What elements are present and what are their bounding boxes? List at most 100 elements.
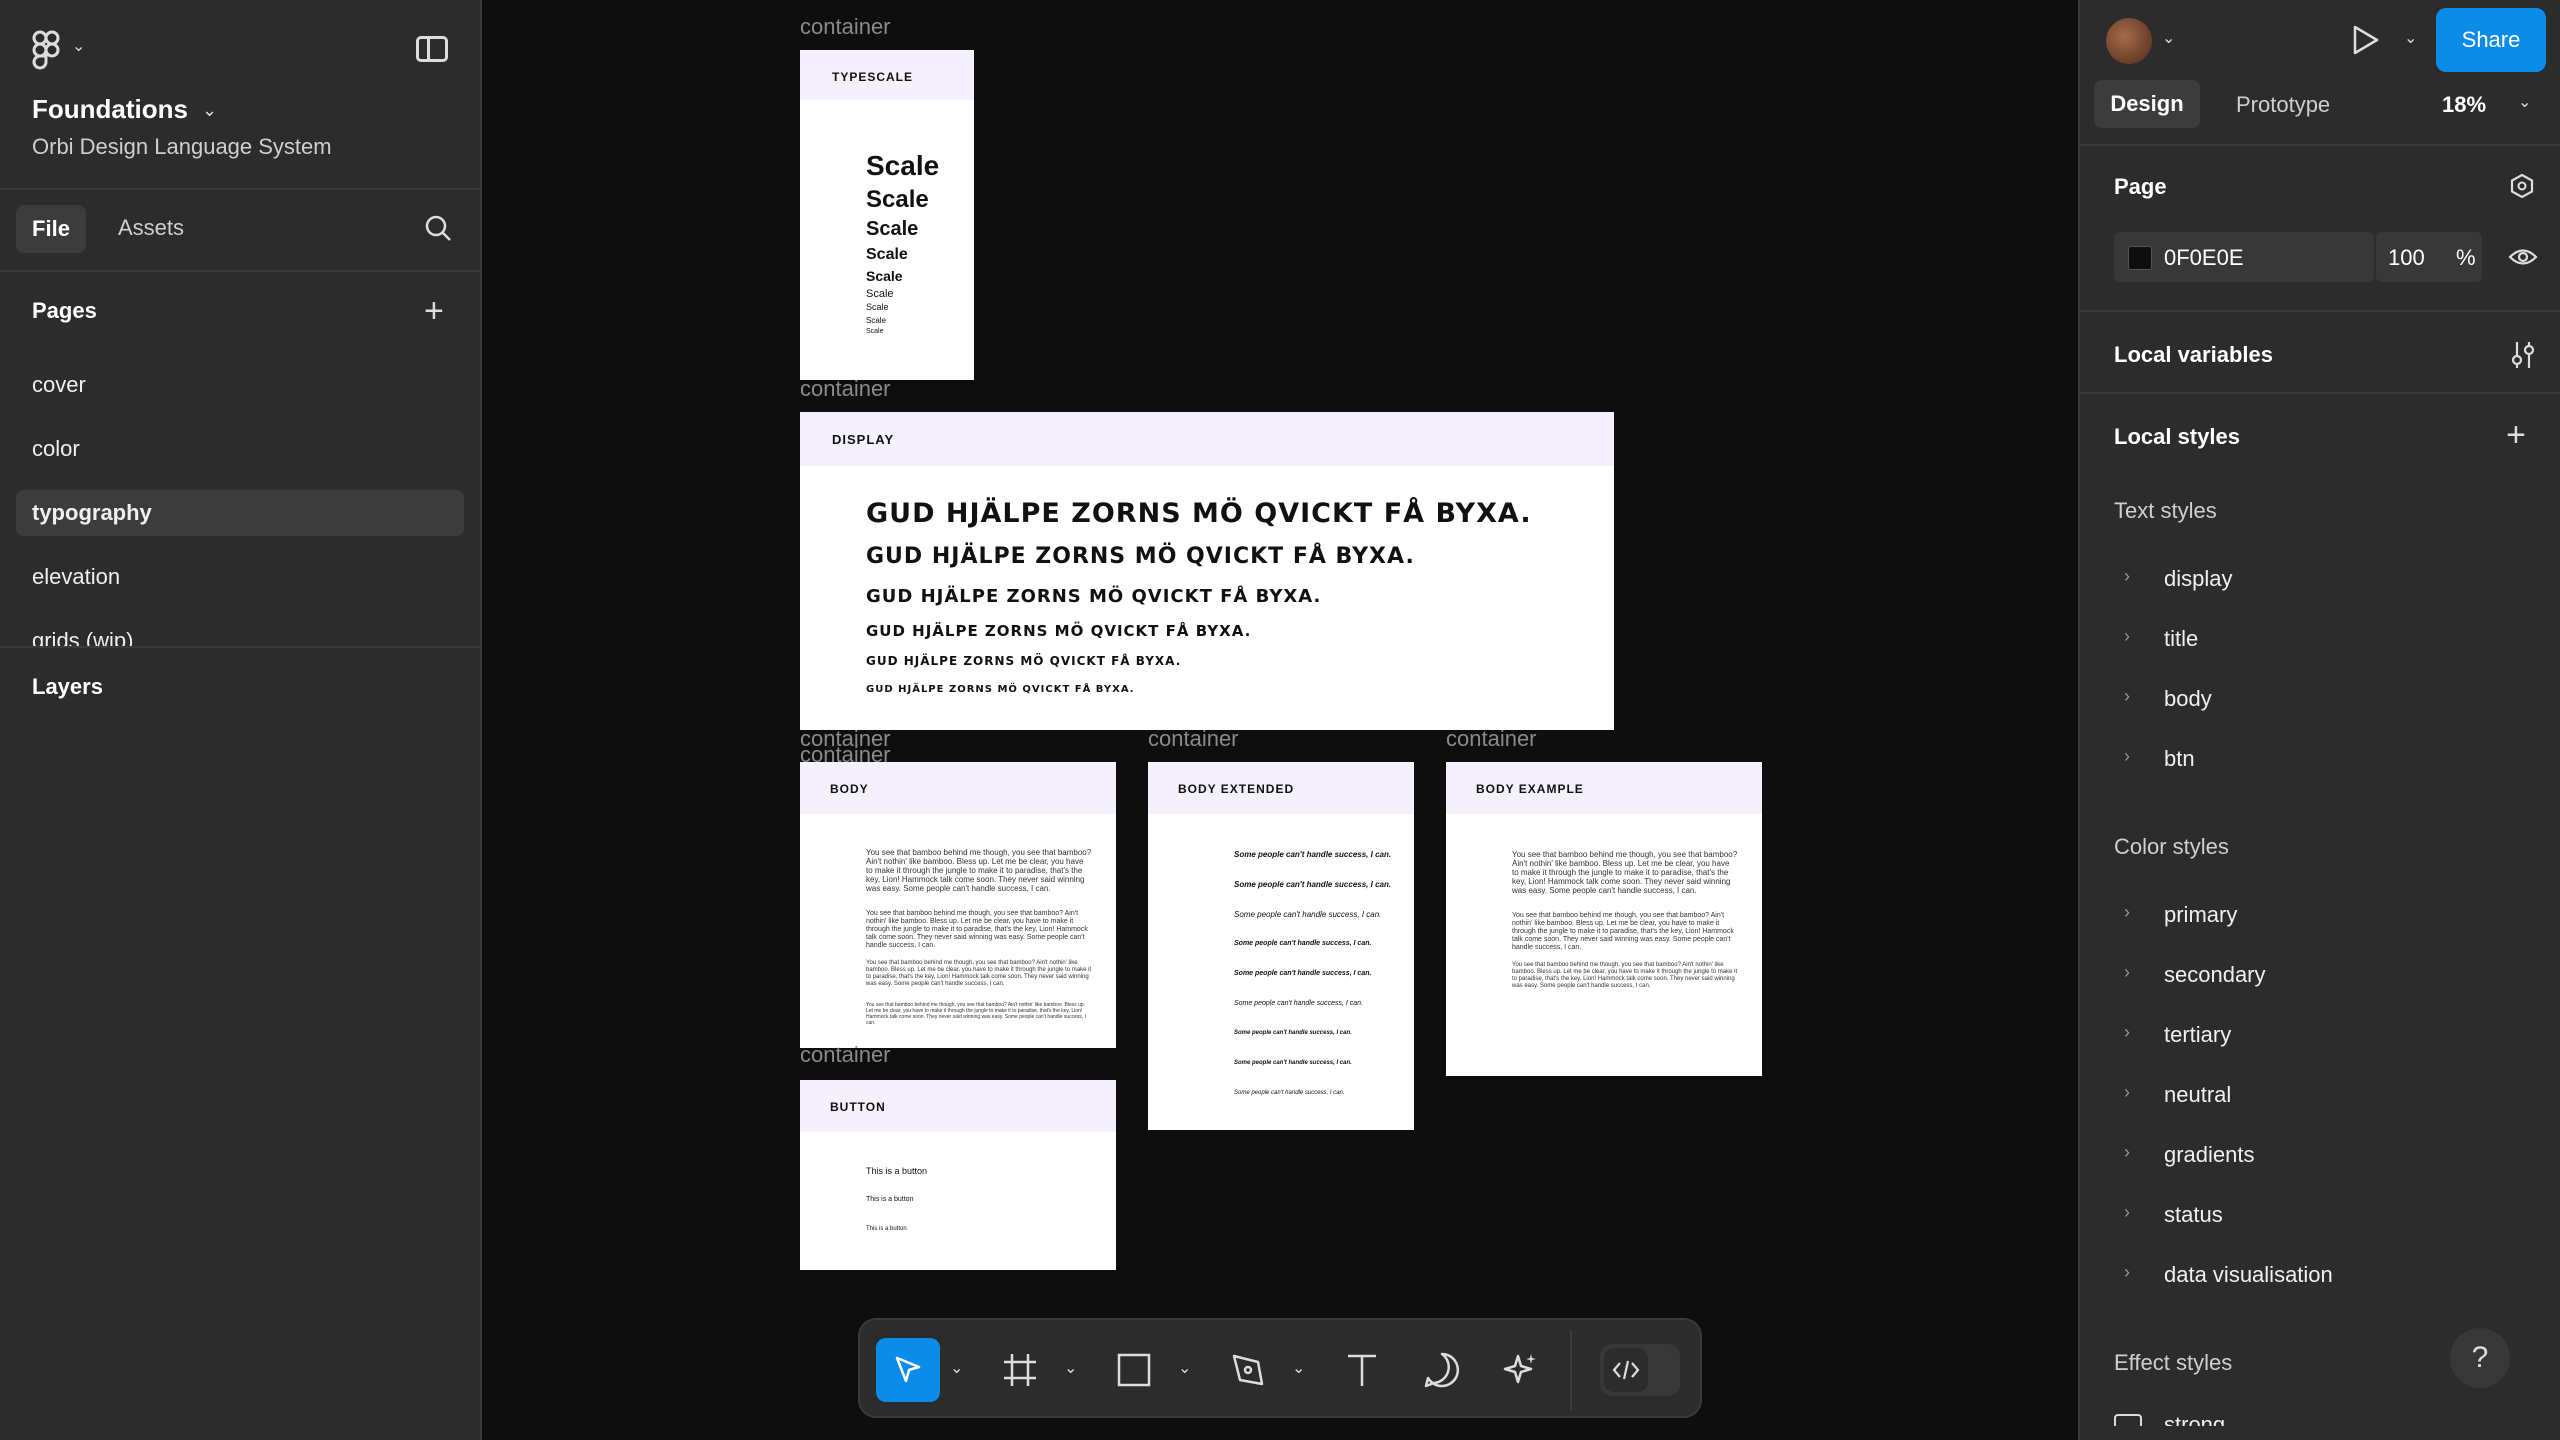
local-styles-heading: Local styles [2114,424,2240,449]
body-extended-sample: Some people can't handle success, I can. [1234,1000,1363,1007]
page-opacity-field[interactable]: 100 % [2376,232,2482,282]
chevron-right-icon[interactable]: › [2124,746,2130,767]
left-sidebar: ⌄ Foundations ⌄ Orbi Design Language Sys… [0,0,482,1440]
style-label: primary [2164,902,2238,927]
chevron-right-icon[interactable]: › [2124,566,2130,587]
frame-label[interactable]: container [1148,726,1239,752]
text-style-display[interactable]: › display [2114,560,2534,600]
color-style-tertiary[interactable]: › tertiary [2114,1016,2534,1056]
color-style-status[interactable]: › status [2114,1196,2534,1236]
text-tool-icon[interactable] [1342,1350,1382,1390]
project-name[interactable]: Orbi Design Language System [32,134,332,160]
page-item-grids[interactable]: grids (wip) [16,618,464,646]
tab-file[interactable]: File [16,205,86,253]
ai-sparkle-icon[interactable] [1500,1350,1540,1390]
opacity-value[interactable]: 100 [2388,245,2425,271]
present-play-icon[interactable] [2350,24,2380,56]
divider [0,270,480,272]
chevron-right-icon[interactable]: › [2124,1082,2130,1103]
frame-label[interactable]: container [800,1042,891,1068]
frame-label[interactable]: container [800,376,891,402]
body-paragraph: You see that bamboo behind me though, yo… [866,960,1092,987]
avatar-chevron-icon[interactable]: ⌄ [2162,28,2175,48]
move-tool-button[interactable] [876,1338,940,1402]
dev-mode-toggle[interactable] [1600,1344,1680,1396]
share-button[interactable]: Share [2436,8,2546,72]
shape-tool-chevron-icon[interactable]: ⌄ [1178,1358,1191,1378]
frame-tool-chevron-icon[interactable]: ⌄ [1064,1358,1077,1378]
chevron-right-icon[interactable]: › [2124,1022,2130,1043]
body-example-paragraph: You see that bamboo behind me though, yo… [1512,850,1738,895]
body-paragraph: You see that bamboo behind me though, yo… [866,1002,1087,1026]
frame-tool-icon[interactable] [1000,1350,1040,1390]
tab-assets[interactable]: Assets [118,215,184,241]
frame-display[interactable]: DISPLAY GUD HJÄLPE ZORNS MÖ QVICKT FÅ BY… [800,412,1614,730]
sidebar-toggle-icon[interactable] [416,36,448,62]
toolbar-divider [1570,1330,1572,1410]
present-chevron-icon[interactable]: ⌄ [2404,28,2417,48]
local-variables-heading[interactable]: Local variables [2114,342,2273,368]
frame-label[interactable]: container [800,14,891,40]
chevron-right-icon[interactable]: › [2124,962,2130,983]
frame-body-example[interactable]: BODY EXAMPLE You see that bamboo behind … [1446,762,1762,1076]
scale-sample: Scale [866,150,940,181]
divider [2080,392,2560,394]
frame-body[interactable]: BODY You see that bamboo behind me thoug… [800,762,1116,1048]
frame-label[interactable]: container [1446,726,1537,752]
page-section-heading: Page [2114,174,2167,199]
file-title[interactable]: Foundations [32,94,188,125]
chevron-right-icon[interactable]: › [2124,902,2130,923]
file-menu-chevron-icon[interactable]: ⌄ [202,100,217,121]
frame-typescale[interactable]: TYPESCALE Scale Scale Scale Scale Scale … [800,50,974,380]
page-item-elevation[interactable]: elevation [16,554,464,600]
page-color-hex[interactable]: 0F0E0E [2164,245,2244,271]
effect-style-strong[interactable]: strong [2164,1412,2225,1426]
help-button[interactable]: ? [2450,1328,2510,1388]
add-page-plus-icon[interactable]: + [424,294,444,328]
style-label: status [2164,1202,2223,1227]
chevron-right-icon[interactable]: › [2124,1202,2130,1223]
pen-tool-chevron-icon[interactable]: ⌄ [1292,1358,1305,1378]
tab-prototype[interactable]: Prototype [2236,92,2330,118]
rectangle-tool-icon[interactable] [1114,1350,1154,1390]
chevron-right-icon[interactable]: › [2124,1142,2130,1163]
page-item-typography[interactable]: typography [16,490,464,536]
main-menu-chevron-icon[interactable]: ⌄ [72,36,85,56]
comment-tool-icon[interactable] [1422,1350,1462,1390]
text-style-btn[interactable]: › btn [2114,740,2534,780]
figma-logo-icon[interactable] [32,30,62,70]
scale-sample: Scale [866,316,887,325]
color-style-secondary[interactable]: › secondary [2114,956,2534,996]
pen-tool-icon[interactable] [1228,1350,1268,1390]
page-color-field[interactable]: 0F0E0E [2114,232,2374,282]
add-style-plus-icon[interactable]: + [2506,418,2526,452]
color-style-data-visualisation[interactable]: › data visualisation [2114,1256,2534,1296]
chevron-right-icon[interactable]: › [2124,626,2130,647]
text-style-title[interactable]: › title [2114,620,2534,660]
sliders-icon[interactable] [2508,340,2538,370]
frame-button[interactable]: BUTTON This is a button This is a button… [800,1080,1116,1270]
frame-heading: TYPESCALE [832,70,914,84]
avatar[interactable] [2106,18,2152,64]
chevron-right-icon[interactable]: › [2124,686,2130,707]
color-style-gradients[interactable]: › gradients [2114,1136,2534,1176]
move-tool-chevron-icon[interactable]: ⌄ [950,1358,963,1378]
color-style-primary[interactable]: › primary [2114,896,2534,936]
page-item-color[interactable]: color [16,426,464,472]
zoom-level[interactable]: 18% [2442,92,2486,118]
chevron-right-icon[interactable]: › [2124,1262,2130,1283]
style-label: gradients [2164,1142,2255,1167]
zoom-chevron-icon[interactable]: ⌄ [2518,92,2531,112]
color-styles-heading: Color styles [2114,834,2229,859]
frame-body-extended[interactable]: BODY EXTENDED Some people can't handle s… [1148,762,1414,1130]
eye-icon[interactable] [2508,246,2538,268]
text-style-body[interactable]: › body [2114,680,2534,720]
color-swatch[interactable] [2128,246,2152,270]
page-item-cover[interactable]: cover [16,362,464,408]
hexagon-icon[interactable] [2508,172,2536,200]
search-icon[interactable] [424,214,452,242]
pages-heading: Pages [32,298,97,323]
frame-header: BODY EXTENDED [1148,762,1414,814]
color-style-neutral[interactable]: › neutral [2114,1076,2534,1116]
tab-design[interactable]: Design [2094,80,2200,128]
